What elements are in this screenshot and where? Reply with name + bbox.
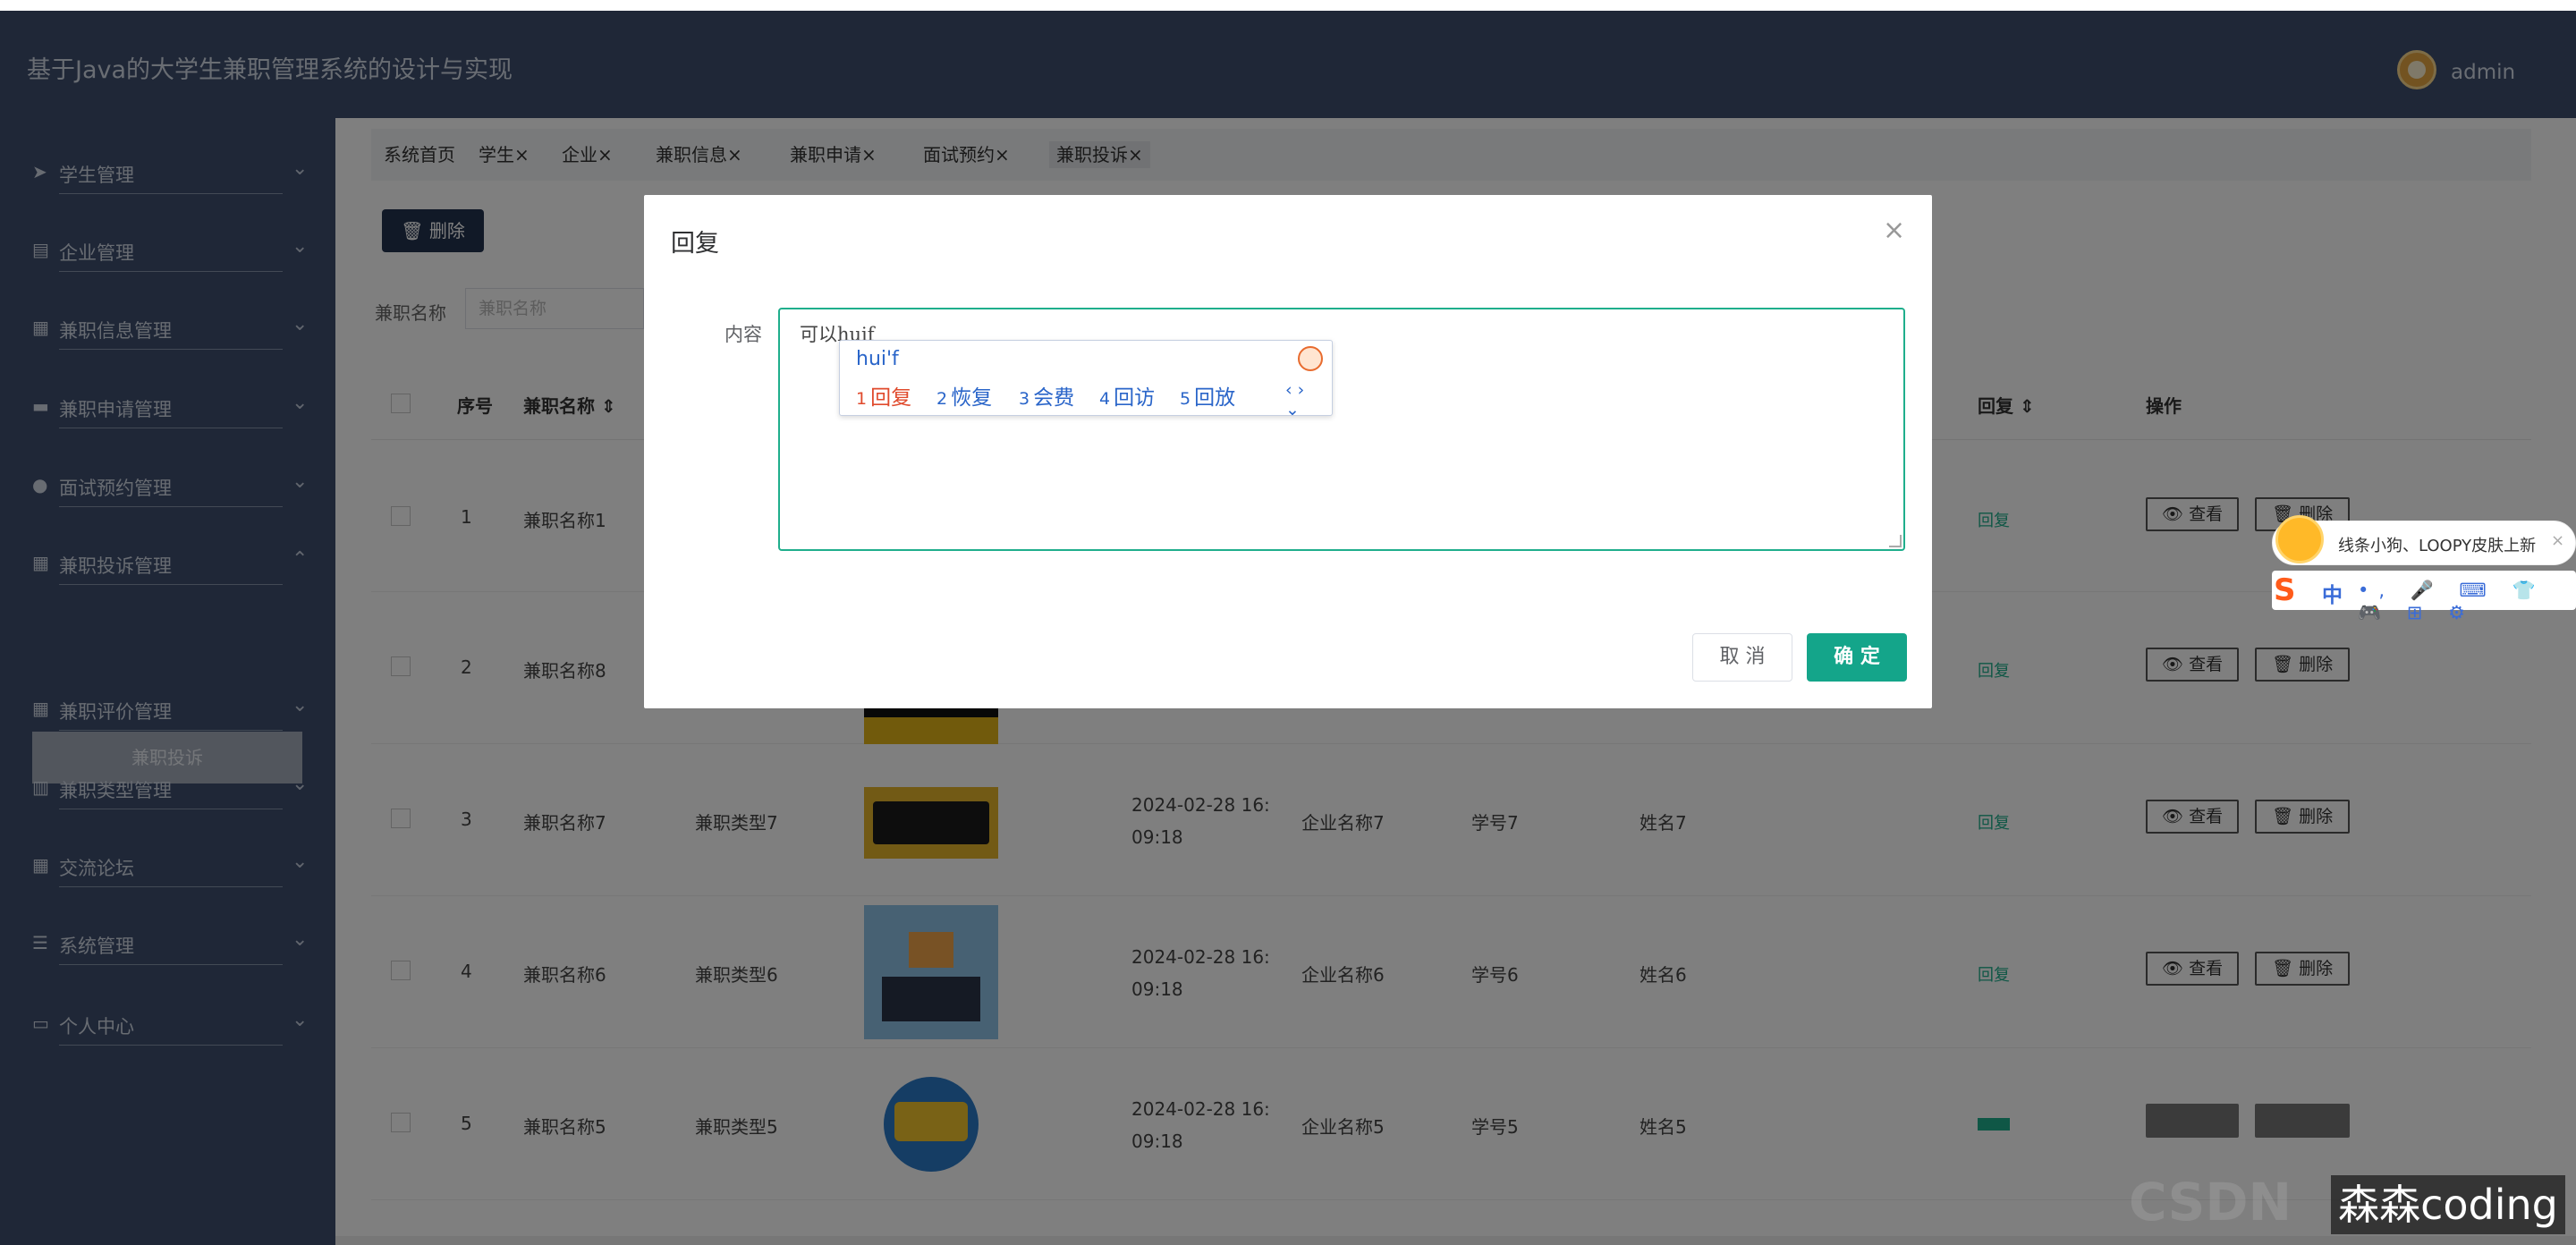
ime-candidate[interactable]: 5 回放 (1180, 380, 1235, 411)
mascot-icon (2275, 515, 2324, 563)
resize-handle[interactable] (1889, 535, 1902, 547)
ime-candidate[interactable]: 4 回访 (1099, 380, 1155, 411)
ime-candidates: 1 回复 2 恢复 3 会费 4 回访 5 回放 ‹ › ⌄ (856, 380, 1321, 419)
emoji-icon[interactable] (1298, 346, 1323, 371)
close-icon[interactable]: × (1883, 215, 1905, 246)
candidate-number: 2 (936, 389, 948, 409)
ime-candidate[interactable]: 3 会费 (1019, 380, 1074, 411)
top-strip (0, 0, 2576, 11)
csdn-watermark-logo: CSDN (2129, 1172, 2292, 1232)
sogou-logo-icon[interactable]: S (2274, 572, 2296, 608)
ime-ad-text[interactable]: 线条小狗、LOOPY皮肤上新 (2338, 533, 2536, 556)
ime-language-toggle[interactable]: 中 (2322, 578, 2343, 608)
ime-candidate[interactable]: 2 恢复 (936, 380, 992, 411)
ime-page-nav[interactable]: ‹ › ⌄ (1285, 380, 1321, 419)
candidate-number: 1 (856, 389, 868, 409)
candidate-text: 回复 (870, 386, 912, 410)
ime-candidate-window: hui'f 1 回复 2 恢复 3 会费 4 回访 5 回放 ‹ › ⌄ (839, 340, 1333, 419)
candidate-text: 恢复 (951, 386, 993, 410)
ime-toolbar-icons[interactable]: •, 🎤 ⌨ 👕 🎮 ⊞ ⚙ (2358, 580, 2576, 624)
cancel-button[interactable]: 取 消 (1692, 633, 1792, 682)
ime-candidate[interactable]: 1 回复 (856, 380, 911, 411)
dialog-title: 回复 (671, 230, 719, 258)
reply-dialog: 回复 × 内容 可以huif I 取 消 确 定 (644, 195, 1932, 708)
candidate-text: 回放 (1194, 386, 1236, 410)
confirm-button[interactable]: 确 定 (1807, 633, 1907, 682)
candidate-number: 3 (1019, 389, 1030, 409)
watermark: 森森coding (2331, 1175, 2565, 1234)
candidate-text: 会费 (1033, 386, 1075, 410)
ime-pinyin: hui'f (856, 348, 899, 370)
close-icon[interactable]: × (2551, 531, 2564, 550)
candidate-number: 4 (1099, 389, 1111, 409)
candidate-number: 5 (1180, 389, 1191, 409)
candidate-text: 回访 (1114, 386, 1156, 410)
content-label: 内容 (724, 324, 762, 345)
